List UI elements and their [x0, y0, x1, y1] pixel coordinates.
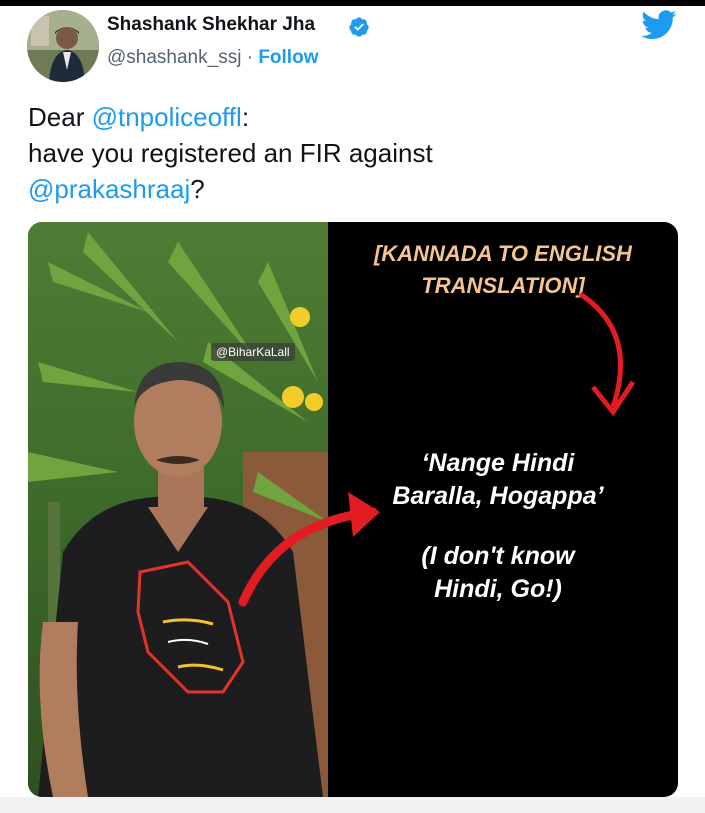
bottom-strip	[0, 797, 705, 813]
kannada-quote: ‘Nange Hindi Baralla, Hogappa’	[328, 447, 668, 513]
tweet-media-image[interactable]: @BiharKaLall [KANNADA TO ENGLISH TRANSLA…	[28, 222, 678, 797]
english-translation-line-1: (I don't know	[421, 542, 575, 570]
verified-badge-icon	[349, 17, 369, 37]
separator-dot: ·	[246, 47, 254, 68]
translation-heading: [KANNADA TO ENGLISH TRANSLATION]	[328, 238, 678, 302]
tweet-line-1-prefix: Dear	[28, 102, 92, 132]
english-translation-line-2: Hindi, Go!)	[434, 575, 562, 603]
mention-link-prakashraaj[interactable]: @prakashraaj	[28, 174, 190, 204]
english-translation: (I don't know Hindi, Go!)	[328, 540, 668, 606]
tweet-line-3-suffix: ?	[190, 174, 205, 204]
mention-link-tnpoliceoffl[interactable]: @tnpoliceoffl	[92, 102, 242, 132]
tweet-line-3: @prakashraaj?	[28, 171, 668, 207]
twitter-bird-icon[interactable]	[641, 10, 677, 40]
author-display-name[interactable]: Shashank Shekhar Jha	[107, 14, 315, 36]
author-avatar[interactable]	[27, 10, 99, 82]
follow-button[interactable]: Follow	[258, 47, 318, 68]
tweet-text: Dear @tnpoliceoffl: have you registered …	[28, 99, 668, 207]
kannada-quote-line-2: Baralla, Hogappa’	[392, 482, 604, 510]
author-handle-line: @shashank_ssj · Follow	[107, 47, 318, 69]
man-photo-illustration	[28, 222, 328, 797]
tweet-line-1-suffix: :	[241, 102, 250, 132]
image-watermark: @BiharKaLall	[211, 343, 295, 361]
kannada-quote-line-1: ‘Nange Hindi	[421, 449, 575, 477]
translation-heading-line-1: [KANNADA TO ENGLISH	[374, 241, 632, 266]
tweet-line-2: have you registered an FIR against	[28, 138, 433, 168]
author-handle[interactable]: @shashank_ssj	[107, 47, 241, 68]
tweet-line-1: Dear @tnpoliceoffl:	[28, 99, 668, 135]
red-arrow-down	[578, 291, 623, 408]
top-edge-bar	[0, 0, 705, 6]
avatar-photo	[27, 10, 99, 82]
translation-heading-line-2: TRANSLATION]	[421, 273, 585, 298]
